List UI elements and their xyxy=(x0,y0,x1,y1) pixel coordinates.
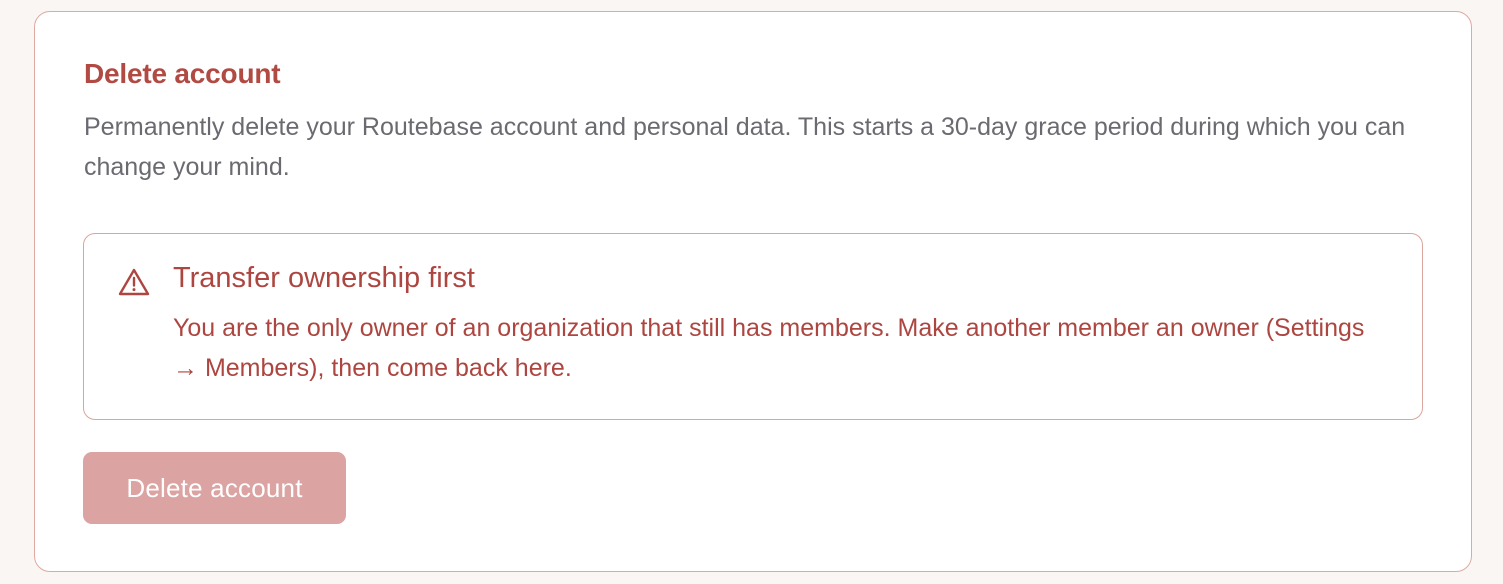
ownership-warning-alert: Transfer ownership first You are the onl… xyxy=(83,233,1423,420)
section-title: Delete account xyxy=(84,58,281,89)
warning-triangle-icon xyxy=(118,267,150,297)
section-description: Permanently delete your Routebase accoun… xyxy=(84,113,1406,181)
alert-title: Transfer ownership first xyxy=(173,262,475,294)
delete-account-button[interactable]: Delete account xyxy=(83,452,346,524)
delete-account-card: Delete account Permanently delete your R… xyxy=(34,11,1472,572)
alert-message: You are the only owner of an organizatio… xyxy=(173,314,1365,382)
